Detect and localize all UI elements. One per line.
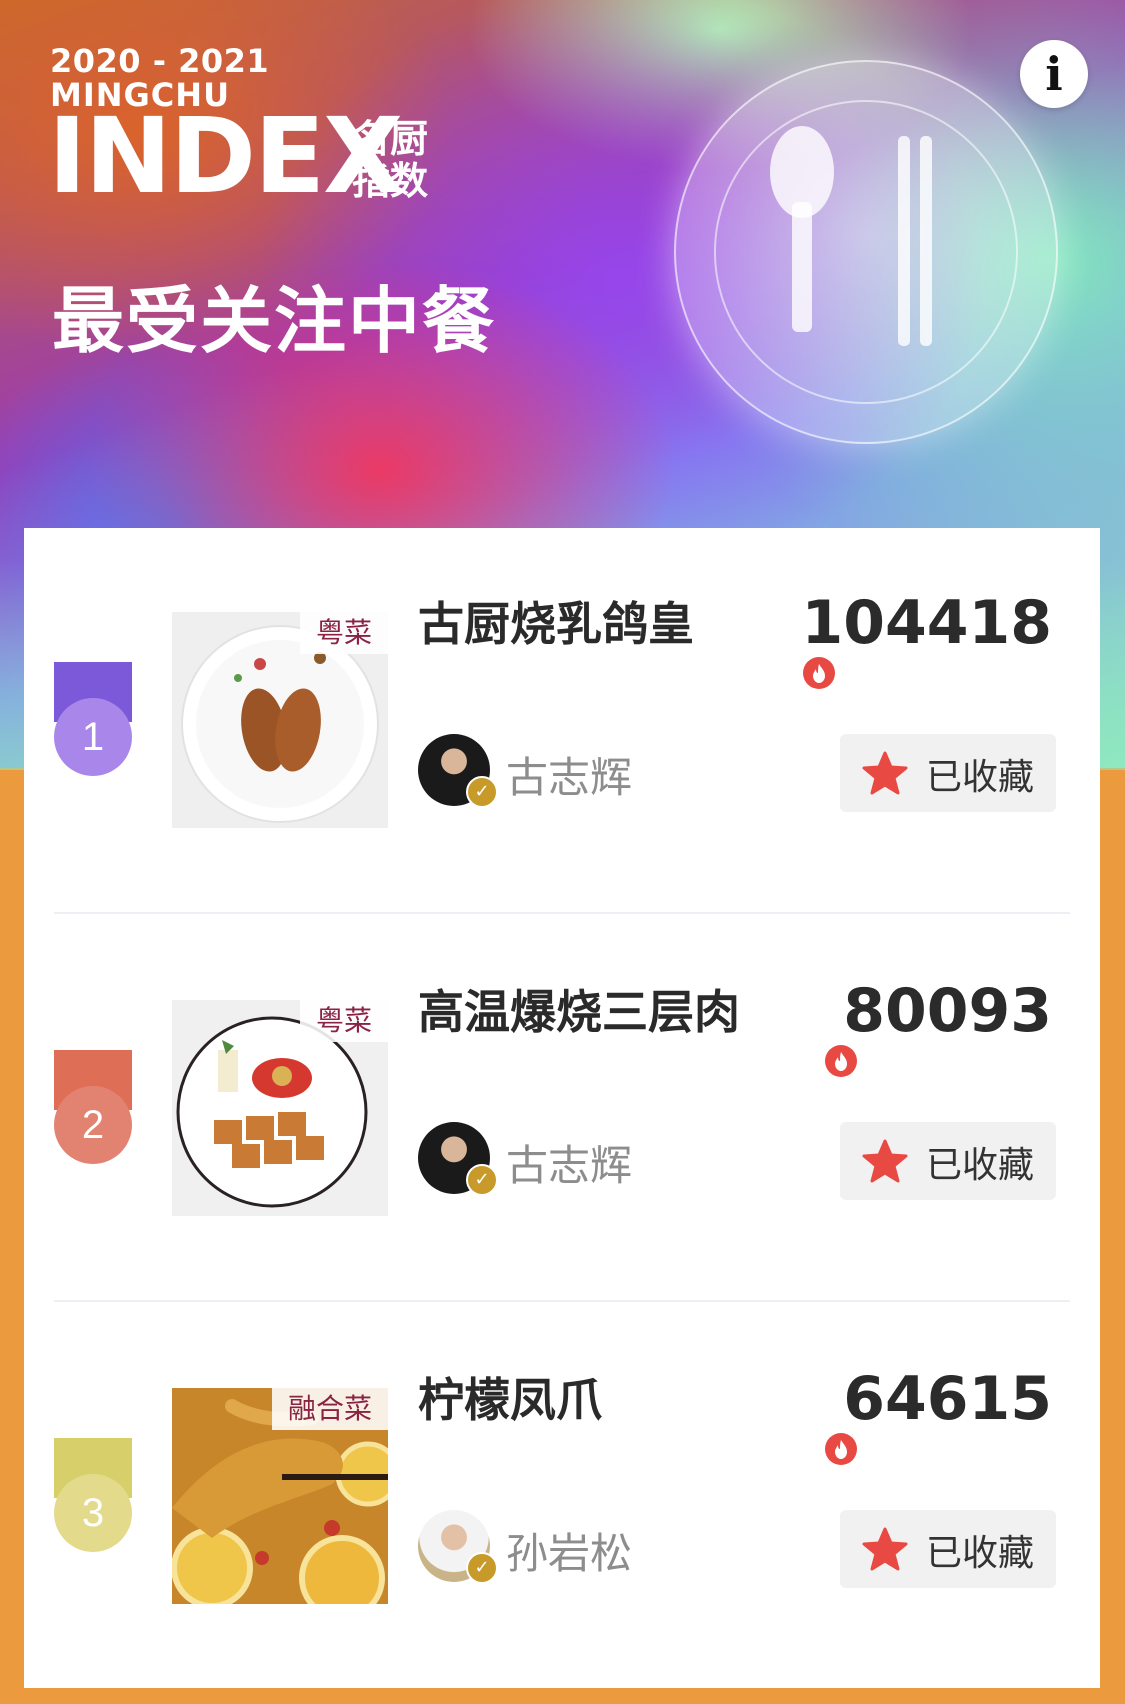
row-divider	[54, 912, 1070, 914]
logo-years: 2020 - 2021	[50, 42, 270, 80]
verified-badge-icon: ✓	[466, 776, 498, 808]
page-title: 最受关注中餐	[52, 279, 497, 363]
rank-medal: 1	[54, 662, 132, 776]
chef-name[interactable]: 孙岩松	[506, 1520, 632, 1581]
star-icon	[862, 1527, 908, 1571]
plate-utensils-icon	[674, 60, 1058, 444]
favorite-button[interactable]: 已收藏	[840, 1510, 1056, 1588]
hot-score: 64615	[843, 1364, 1052, 1434]
star-icon	[862, 1139, 908, 1183]
dish-image[interactable]: 粤菜	[172, 612, 388, 828]
rank-number: 2	[54, 1086, 132, 1164]
verified-badge-icon: ✓	[466, 1164, 498, 1196]
logo-index-cn: 名厨指数	[352, 117, 429, 203]
spoon-chopsticks-icon	[770, 126, 932, 346]
fire-icon	[825, 1045, 857, 1077]
favorite-button[interactable]: 已收藏	[840, 1122, 1056, 1200]
fire-icon	[803, 657, 835, 689]
favorite-label: 已收藏	[926, 1145, 1035, 1186]
list-item[interactable]: 2 粤菜 高温爆烧三层肉 80093 ✓ 古志辉 已收藏	[24, 916, 1100, 1302]
hot-score: 80093	[843, 976, 1052, 1046]
bottom-strip	[0, 1688, 1125, 1704]
chef-avatar[interactable]: ✓	[418, 1510, 498, 1584]
cuisine-tag: 融合菜	[271, 1388, 388, 1430]
ranking-card: 1 粤菜 古厨烧乳鸽皇 104418 ✓ 古志辉 已收藏 2 粤菜 高温爆烧三层…	[24, 528, 1100, 1704]
dish-name[interactable]: 古厨烧乳鸽皇	[418, 588, 694, 654]
cuisine-tag: 粤菜	[299, 612, 388, 654]
row-divider	[54, 1300, 1070, 1302]
hot-score: 104418	[801, 588, 1053, 658]
chef-avatar[interactable]: ✓	[418, 734, 498, 808]
favorite-button[interactable]: 已收藏	[840, 734, 1056, 812]
dish-name[interactable]: 高温爆烧三层肉	[418, 976, 740, 1042]
rank-medal: 3	[54, 1438, 132, 1552]
cuisine-tag: 粤菜	[299, 1000, 388, 1042]
favorite-label: 已收藏	[926, 1533, 1035, 1574]
star-icon	[862, 751, 908, 795]
rank-medal: 2	[54, 1050, 132, 1164]
list-item[interactable]: 1 粤菜 古厨烧乳鸽皇 104418 ✓ 古志辉 已收藏	[24, 528, 1100, 914]
dish-name[interactable]: 柠檬凤爪	[418, 1364, 602, 1430]
list-item[interactable]: 3 融合菜 柠檬凤爪 64615 ✓ 孙岩松 已收藏	[24, 1304, 1100, 1690]
logo-index-word: INDEX	[48, 95, 403, 217]
chef-avatar[interactable]: ✓	[418, 1122, 498, 1196]
dish-image[interactable]: 融合菜	[172, 1388, 388, 1604]
verified-badge-icon: ✓	[466, 1552, 498, 1584]
chef-name[interactable]: 古志辉	[506, 1132, 632, 1193]
info-button[interactable]: i	[1020, 40, 1088, 108]
chef-name[interactable]: 古志辉	[506, 744, 632, 805]
fire-icon	[825, 1433, 857, 1465]
favorite-label: 已收藏	[926, 757, 1035, 798]
rank-number: 1	[54, 698, 132, 776]
dish-image[interactable]: 粤菜	[172, 1000, 388, 1216]
rank-number: 3	[54, 1474, 132, 1552]
